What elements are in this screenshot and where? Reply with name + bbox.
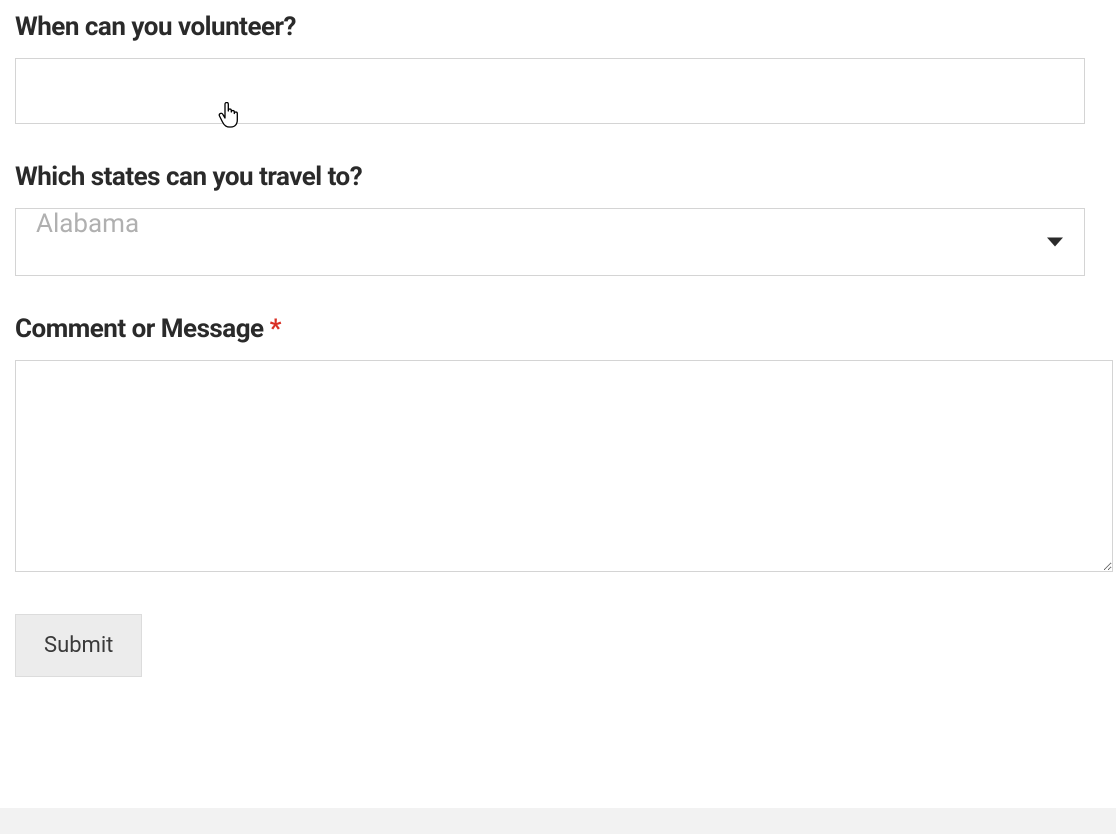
volunteer-input[interactable] <box>15 58 1085 124</box>
states-field-group: Which states can you travel to? Alabama <box>15 162 1101 276</box>
states-select[interactable]: Alabama <box>15 208 1085 276</box>
volunteer-label: When can you volunteer? <box>15 12 1101 42</box>
required-indicator: * <box>270 314 281 344</box>
submit-row: Submit <box>15 614 1101 677</box>
submit-button[interactable]: Submit <box>15 614 142 677</box>
comment-textarea[interactable] <box>15 360 1113 572</box>
comment-label-text: Comment or Message <box>15 314 270 344</box>
volunteer-field-group: When can you volunteer? <box>15 12 1101 124</box>
footer-bar <box>0 808 1116 834</box>
comment-label: Comment or Message * <box>15 314 1101 344</box>
states-select-wrapper: Alabama <box>15 208 1085 276</box>
comment-field-group: Comment or Message * <box>15 314 1101 576</box>
states-label: Which states can you travel to? <box>15 162 1101 192</box>
